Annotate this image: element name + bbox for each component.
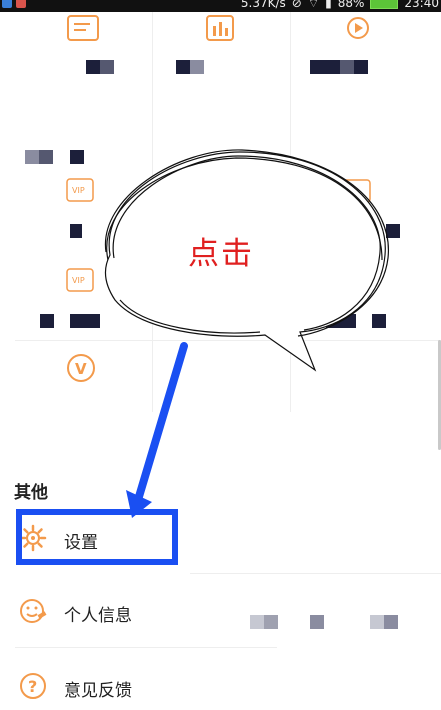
clock: 23:40 [404, 0, 439, 10]
document-icon[interactable] [66, 14, 100, 42]
redacted-value [384, 615, 398, 629]
redacted-label [86, 60, 100, 74]
redacted-label [190, 60, 204, 74]
battery-icon [370, 0, 399, 9]
redacted-value [310, 615, 324, 629]
alarm-icon: ⊘ [291, 0, 302, 10]
app-notification-icon [16, 0, 26, 8]
section-title-other: 其他 [14, 483, 48, 503]
redacted-label [176, 60, 190, 74]
question-icon: ? [20, 673, 46, 699]
notification-icon [2, 0, 12, 8]
smiley-wrench-icon [20, 599, 47, 623]
row-divider [190, 573, 441, 574]
settings-highlight-box [16, 509, 178, 565]
network-speed: 5.37K/s [240, 0, 286, 10]
redacted-label [39, 150, 53, 164]
chart-icon[interactable] [205, 14, 235, 42]
redacted-value [370, 615, 384, 629]
signal-icon: ▮ [325, 0, 332, 10]
redacted-label [25, 150, 39, 164]
video-icon[interactable] [338, 14, 378, 44]
click-callout-text: 点击 [188, 236, 254, 272]
redacted-label [100, 60, 114, 74]
wifi-icon: ⌔ [307, 0, 320, 10]
feedback-label: 意见反馈 [64, 681, 132, 701]
redacted-value [250, 615, 264, 629]
redacted-label [40, 314, 54, 328]
redacted-label [310, 60, 340, 74]
arrow-pointer [126, 342, 188, 518]
svg-text:?: ? [28, 677, 37, 696]
personal-info-label: 个人信息 [64, 606, 132, 626]
personal-info-row[interactable]: 个人信息 [0, 587, 441, 635]
redacted-label [340, 60, 354, 74]
status-bar: 5.37K/s ⊘ ⌔ ▮ 88% 23:40 [0, 0, 441, 12]
row-divider [15, 647, 277, 648]
redacted-value [264, 615, 278, 629]
battery-percent: 88% [337, 0, 365, 10]
feedback-row[interactable]: ? 意见反馈 [0, 662, 441, 710]
redacted-label [354, 60, 368, 74]
